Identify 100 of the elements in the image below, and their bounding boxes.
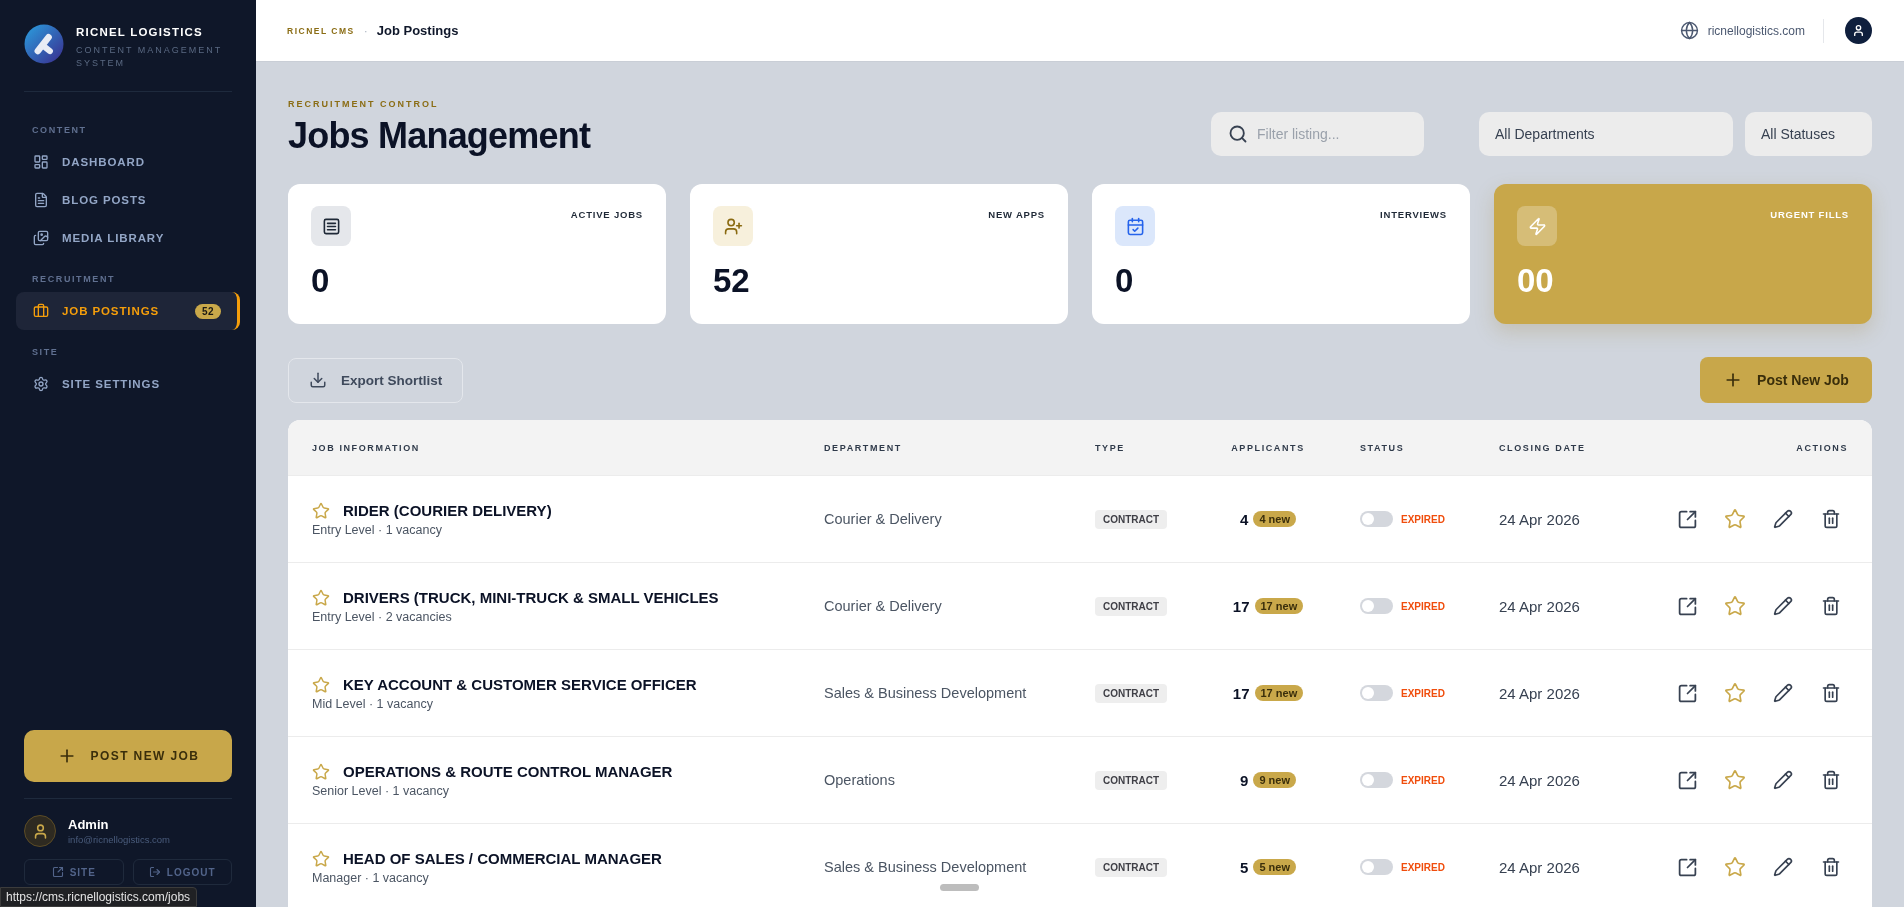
pencil-icon <box>1773 509 1793 529</box>
pencil-icon <box>1773 857 1793 877</box>
status-toggle[interactable] <box>1360 772 1393 788</box>
external-link-icon <box>1676 769 1698 791</box>
nav-item[interactable]: DASHBOARD <box>16 143 240 181</box>
page-title: Jobs Management <box>288 115 591 157</box>
stat-value: 0 <box>311 262 330 300</box>
new-applicants-badge: 17 new <box>1254 598 1304 614</box>
star-icon <box>1724 769 1746 791</box>
page-eyebrow: RECRUITMENT CONTROL <box>288 98 440 111</box>
status-label: EXPIRED <box>1401 774 1445 786</box>
type-tag: CONTRACT <box>1095 770 1168 790</box>
trash-icon <box>1821 770 1841 790</box>
browser-status-url: https://cms.ricnellogistics.com/jobs <box>0 887 198 907</box>
status-label: EXPIRED <box>1401 861 1445 873</box>
user-email: info@ricnellogistics.com <box>68 832 171 846</box>
external-link-icon <box>1676 595 1698 617</box>
department-text: Courier & Delivery <box>824 598 943 614</box>
new-applicants-badge: 9 new <box>1253 772 1296 788</box>
type-tag: CONTRACT <box>1095 857 1168 877</box>
user-name: Admin <box>68 816 110 833</box>
section-label: RECRUITMENT <box>31 273 117 286</box>
closing-date: 24 Apr 2026 <box>1499 771 1581 789</box>
brand-name: RICNEL LOGISTICS <box>76 25 204 39</box>
lightning-icon <box>1517 206 1557 246</box>
scrollbar-thumb[interactable] <box>940 884 979 891</box>
pencil-icon <box>1773 770 1793 790</box>
new-applicants-badge: 5 new <box>1253 859 1296 875</box>
closing-date: 24 Apr 2026 <box>1499 684 1581 702</box>
export-button[interactable]: Export Shortlist <box>288 357 464 403</box>
brand-tagline: CONTENT MANAGEMENT SYSTEM <box>76 44 224 69</box>
pencil-icon <box>1773 596 1793 616</box>
type-tag: CONTRACT <box>1095 509 1168 529</box>
status-toggle[interactable] <box>1360 685 1393 701</box>
nav-item[interactable]: JOB POSTINGS 52 <box>16 292 240 330</box>
stat-value: 0 <box>1115 262 1134 300</box>
external-link-icon <box>1676 682 1698 704</box>
breadcrumb-current: Job Postings <box>376 23 459 38</box>
trash-icon <box>1821 509 1841 529</box>
job-title: DRIVERS (TRUCK, MINI-TRUCK & SMALL VEHICLES <box>343 589 719 606</box>
nav-item[interactable]: BLOG POSTS <box>16 181 240 219</box>
closing-date: 24 Apr 2026 <box>1499 597 1581 615</box>
applicant-count: 17 <box>1232 597 1250 615</box>
applicant-count: 5 <box>1240 858 1249 876</box>
closing-date: 24 Apr 2026 <box>1499 858 1581 876</box>
post-new-job-button[interactable]: POST NEW JOB <box>24 730 232 782</box>
status-toggle[interactable] <box>1360 511 1393 527</box>
column-header: ACTIONS <box>1795 442 1848 453</box>
post-new-job-button[interactable]: Post New Job <box>1700 357 1872 403</box>
list-icon <box>311 206 351 246</box>
nav-item[interactable]: SITE SETTINGS <box>16 365 240 403</box>
download-icon <box>309 371 327 389</box>
stat-label: NEW APPS <box>988 209 1045 220</box>
external-link-icon <box>1676 856 1698 878</box>
column-header: DEPARTMENT <box>824 442 903 453</box>
user-plus-icon <box>713 206 753 246</box>
star-icon <box>1724 682 1746 704</box>
document-icon <box>33 192 49 208</box>
section-label: CONTENT <box>31 124 88 137</box>
status-label: EXPIRED <box>1401 513 1445 525</box>
job-meta: Senior Level · 1 vacancy <box>312 783 450 798</box>
closing-date: 24 Apr 2026 <box>1499 510 1581 528</box>
applicant-count: 9 <box>1240 771 1249 789</box>
department-text: Sales & Business Development <box>824 859 1028 875</box>
nav-item[interactable]: MEDIA LIBRARY <box>16 219 240 257</box>
stat-label: ACTIVE JOBS <box>570 209 643 220</box>
external-link-icon <box>51 866 64 878</box>
external-link-icon <box>1676 508 1698 530</box>
applicant-count: 17 <box>1232 684 1250 702</box>
job-title: RIDER (COURIER DELIVERY) <box>343 502 552 519</box>
job-meta: Entry Level · 2 vacancies <box>312 609 453 624</box>
new-applicants-badge: 17 new <box>1254 685 1304 701</box>
avatar-icon[interactable] <box>1845 17 1872 44</box>
department-select[interactable]: All Departments <box>1479 112 1733 156</box>
new-applicants-badge: 4 new <box>1253 511 1296 527</box>
breadcrumb-link[interactable]: RICNEL CMS <box>287 25 355 36</box>
search-field[interactable]: Filter listing... <box>1211 112 1424 156</box>
pencil-icon <box>1773 683 1793 703</box>
search-icon <box>1228 124 1248 144</box>
column-header: JOB INFORMATION <box>312 442 421 453</box>
trash-icon <box>1821 596 1841 616</box>
status-toggle[interactable] <box>1360 598 1393 614</box>
department-text: Sales & Business Development <box>824 685 1028 701</box>
section-label: SITE <box>31 346 60 359</box>
star-icon <box>1724 856 1746 878</box>
trash-icon <box>1821 857 1841 877</box>
status-toggle[interactable] <box>1360 859 1393 875</box>
job-meta: Mid Level · 1 vacancy <box>312 696 434 711</box>
dashboard-icon <box>33 154 49 170</box>
globe-icon <box>1679 21 1699 40</box>
site-link[interactable]: ricnellogistics.com <box>1679 21 1805 40</box>
stat-label: INTERVIEWS <box>1380 209 1447 220</box>
logo-icon <box>24 24 64 64</box>
status-select[interactable]: All Statuses <box>1745 112 1872 156</box>
stat-value: 52 <box>713 262 750 300</box>
stat-value: 00 <box>1517 262 1554 300</box>
images-icon <box>33 230 49 246</box>
job-meta: Manager · 1 vacancy <box>312 870 430 885</box>
star-icon <box>1724 595 1746 617</box>
avatar-icon <box>24 815 56 847</box>
